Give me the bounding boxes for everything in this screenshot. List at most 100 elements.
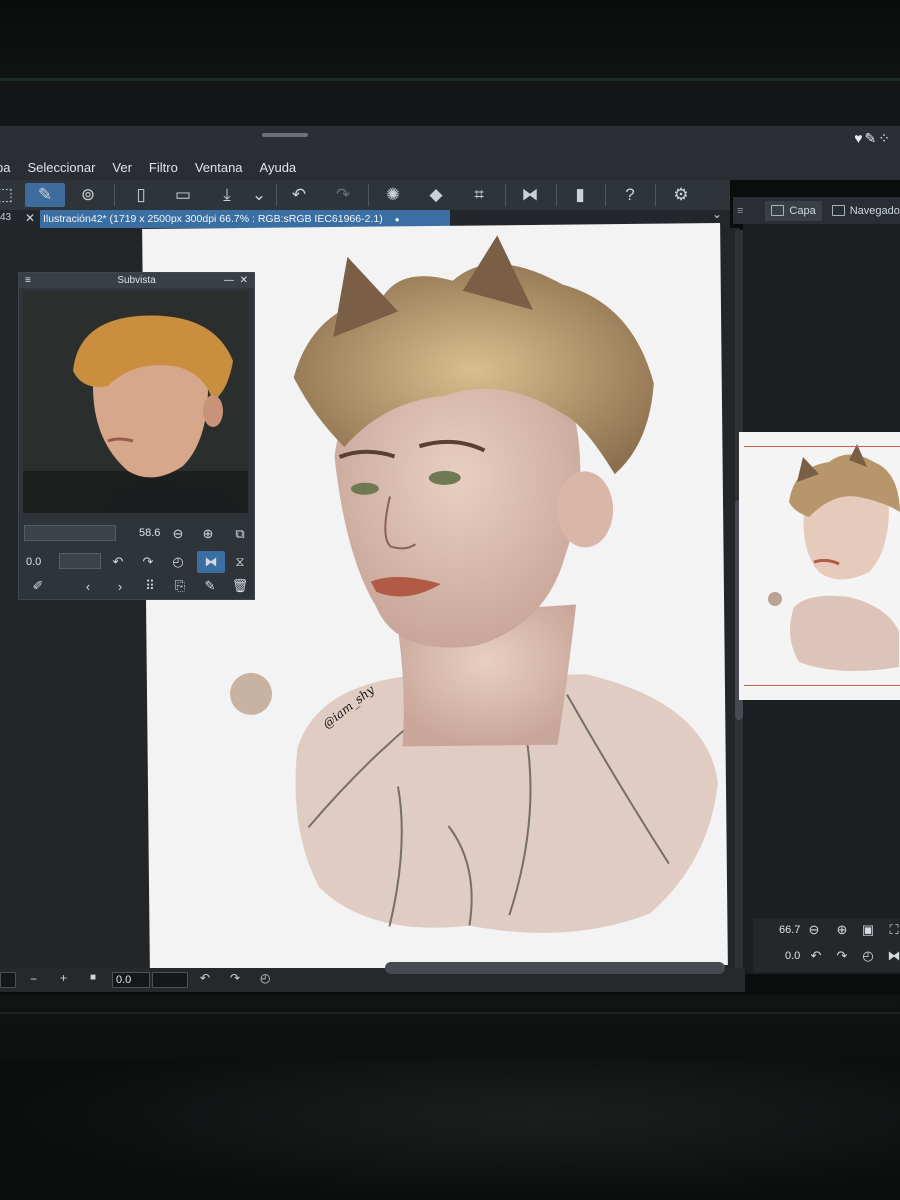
toolbar-divider bbox=[276, 184, 277, 206]
fill-icon[interactable]: ◆ bbox=[423, 183, 449, 207]
screen-top-area bbox=[0, 81, 900, 126]
subview-panel: ≡ Subvista — ✕ 58.6 ⊖ ⊕ ⧉ 0.0 ↶ ↷ ◴ ⧓ ⧖ … bbox=[18, 272, 255, 600]
flip-horizontal-icon[interactable]: ⧓ bbox=[197, 551, 225, 573]
device-bezel bbox=[0, 0, 900, 80]
menu-ayuda[interactable]: Ayuda bbox=[260, 160, 297, 175]
close-icon[interactable]: ✕ bbox=[25, 211, 35, 225]
reset-rotation-icon[interactable]: ◴ bbox=[169, 553, 187, 571]
crop-icon[interactable]: ⬚ bbox=[0, 183, 18, 207]
close-icon[interactable]: ✕ bbox=[240, 273, 248, 288]
rotate-left-icon[interactable]: ↶ bbox=[109, 553, 127, 571]
zoom-in-icon[interactable]: ⊕ bbox=[199, 525, 217, 543]
subview-title: ≡ Subvista — ✕ bbox=[19, 273, 254, 288]
next-icon[interactable]: › bbox=[111, 577, 129, 595]
toolbar-divider bbox=[114, 184, 115, 206]
transform-icon[interactable]: ⌗ bbox=[466, 183, 492, 207]
device-icon[interactable]: ▮ bbox=[567, 183, 593, 207]
rotate-left-icon[interactable]: ↶ bbox=[200, 971, 210, 985]
tab-capa[interactable]: Capa bbox=[765, 200, 822, 221]
reference-image bbox=[23, 291, 248, 513]
signal-icon: ⁘ bbox=[878, 130, 892, 146]
rotate-right-icon[interactable]: ↷ bbox=[139, 553, 157, 571]
tab-navegador-label: Navegador bbox=[849, 204, 900, 217]
flip-vertical-icon[interactable]: ⧖ bbox=[231, 553, 249, 571]
flip-icon[interactable]: ⧓ bbox=[517, 183, 543, 207]
fit-window-icon[interactable]: ⧉ bbox=[231, 525, 249, 543]
menu-ventana[interactable]: Ventana bbox=[195, 160, 243, 175]
background-surface bbox=[0, 1060, 900, 1200]
toolbar-divider bbox=[368, 184, 369, 206]
menu-filtro[interactable]: Filtro bbox=[149, 160, 178, 175]
settings-icon[interactable]: ⚙ bbox=[668, 183, 694, 207]
dropdown-icon[interactable]: ⌄ bbox=[246, 183, 272, 207]
undo-icon[interactable]: ↶ bbox=[286, 183, 312, 207]
expand-icon[interactable]: ⛶ bbox=[885, 921, 900, 939]
rotate-right-icon[interactable]: ↷ bbox=[230, 971, 240, 985]
navigator-zoom-value[interactable]: 66.7 bbox=[779, 924, 800, 936]
menu-capa[interactable]: pa bbox=[0, 160, 10, 175]
horizontal-scroll-thumb[interactable] bbox=[385, 962, 725, 974]
toolbar-divider bbox=[505, 184, 506, 206]
edit-icon[interactable]: ✎ bbox=[25, 183, 65, 207]
navigator-rotation-value[interactable]: 0.0 bbox=[785, 950, 800, 962]
grid-icon[interactable]: ⠿ bbox=[141, 577, 159, 595]
navigator-frame[interactable] bbox=[744, 446, 900, 686]
record-icon[interactable]: ⊚ bbox=[75, 183, 101, 207]
window-handle[interactable] bbox=[262, 133, 308, 137]
new-file-icon[interactable]: ▯ bbox=[128, 183, 154, 207]
document-tab[interactable]: Ilustración42* (1719 x 2500px 300dpi 66.… bbox=[40, 210, 450, 228]
subview-zoom-value[interactable]: 58.6 bbox=[139, 527, 160, 539]
rotate-left-icon[interactable]: ↶ bbox=[807, 947, 825, 965]
menu-icon[interactable]: ≡ bbox=[25, 273, 31, 288]
fit-icon[interactable]: ▣ bbox=[859, 921, 877, 939]
eyedropper-icon[interactable]: ✐ bbox=[29, 577, 47, 595]
trash-icon[interactable]: 🗑 bbox=[231, 577, 249, 595]
menu-ver[interactable]: Ver bbox=[112, 160, 132, 175]
title-bar bbox=[0, 126, 900, 154]
minimize-icon[interactable]: — bbox=[224, 273, 234, 288]
zoom-in-icon[interactable]: ⊕ bbox=[833, 921, 851, 939]
rotation-slider[interactable] bbox=[152, 972, 188, 988]
toolbar-divider bbox=[655, 184, 656, 206]
menu-seleccionar[interactable]: Seleccionar bbox=[27, 160, 95, 175]
rotation-slider[interactable] bbox=[59, 553, 101, 569]
import-image-icon[interactable]: ⎘ bbox=[171, 577, 189, 595]
help-icon[interactable]: ? bbox=[617, 183, 643, 207]
zoom-in-button[interactable]: + bbox=[60, 971, 67, 985]
reset-rotation-icon[interactable]: ◴ bbox=[260, 971, 270, 985]
fit-icon[interactable]: ■ bbox=[90, 972, 96, 983]
toolbar-divider bbox=[556, 184, 557, 206]
reference-photo[interactable] bbox=[23, 291, 248, 513]
panel-tabs: ≡ Capa Navegador bbox=[733, 197, 900, 224]
previous-icon[interactable]: ‹ bbox=[79, 577, 97, 595]
zoom-out-icon[interactable]: ⊖ bbox=[169, 525, 187, 543]
flip-horizontal-icon[interactable]: ⧓ bbox=[885, 947, 900, 965]
subview-rotation-value[interactable]: 0.0 bbox=[26, 556, 41, 568]
chevron-down-icon[interactable]: ⌄ bbox=[712, 207, 722, 221]
zoom-out-button[interactable]: − bbox=[30, 972, 37, 986]
toolbar-divider bbox=[605, 184, 606, 206]
subview-title-text: Subvista bbox=[117, 275, 156, 286]
rotate-right-icon[interactable]: ↷ bbox=[833, 947, 851, 965]
edit-image-icon[interactable]: ✎ bbox=[201, 577, 219, 595]
save-icon[interactable]: ⤓ bbox=[214, 183, 240, 207]
pen-icon: ✎ bbox=[864, 130, 879, 146]
zoom-out-icon[interactable]: ⊖ bbox=[805, 921, 823, 939]
tab-navegador[interactable]: Navegador bbox=[831, 204, 900, 217]
reset-rotation-icon[interactable]: ◴ bbox=[859, 947, 877, 965]
menu-bar: pa Seleccionar Ver Filtro Ventana Ayuda bbox=[0, 154, 900, 180]
open-folder-icon[interactable]: ▭ bbox=[170, 183, 196, 207]
zoom-field[interactable] bbox=[0, 972, 16, 988]
document-tab-number[interactable]: 43 bbox=[0, 212, 11, 223]
panel-menu-icon[interactable]: ≡ bbox=[737, 205, 743, 217]
redo-icon[interactable]: ↷ bbox=[330, 183, 356, 207]
bezel-edge-bottom bbox=[0, 1012, 900, 1014]
rotation-field[interactable]: 0.0 bbox=[112, 972, 150, 988]
document-title: Ilustración42* (1719 x 2500px 300dpi 66.… bbox=[43, 213, 383, 225]
loading-icon[interactable]: ✺ bbox=[380, 183, 406, 207]
zoom-slider[interactable] bbox=[24, 525, 116, 541]
tab-capa-label: Capa bbox=[789, 204, 816, 217]
dot-icon: ● bbox=[394, 214, 400, 224]
layer-icon bbox=[771, 205, 785, 216]
navigator-icon bbox=[831, 205, 845, 216]
